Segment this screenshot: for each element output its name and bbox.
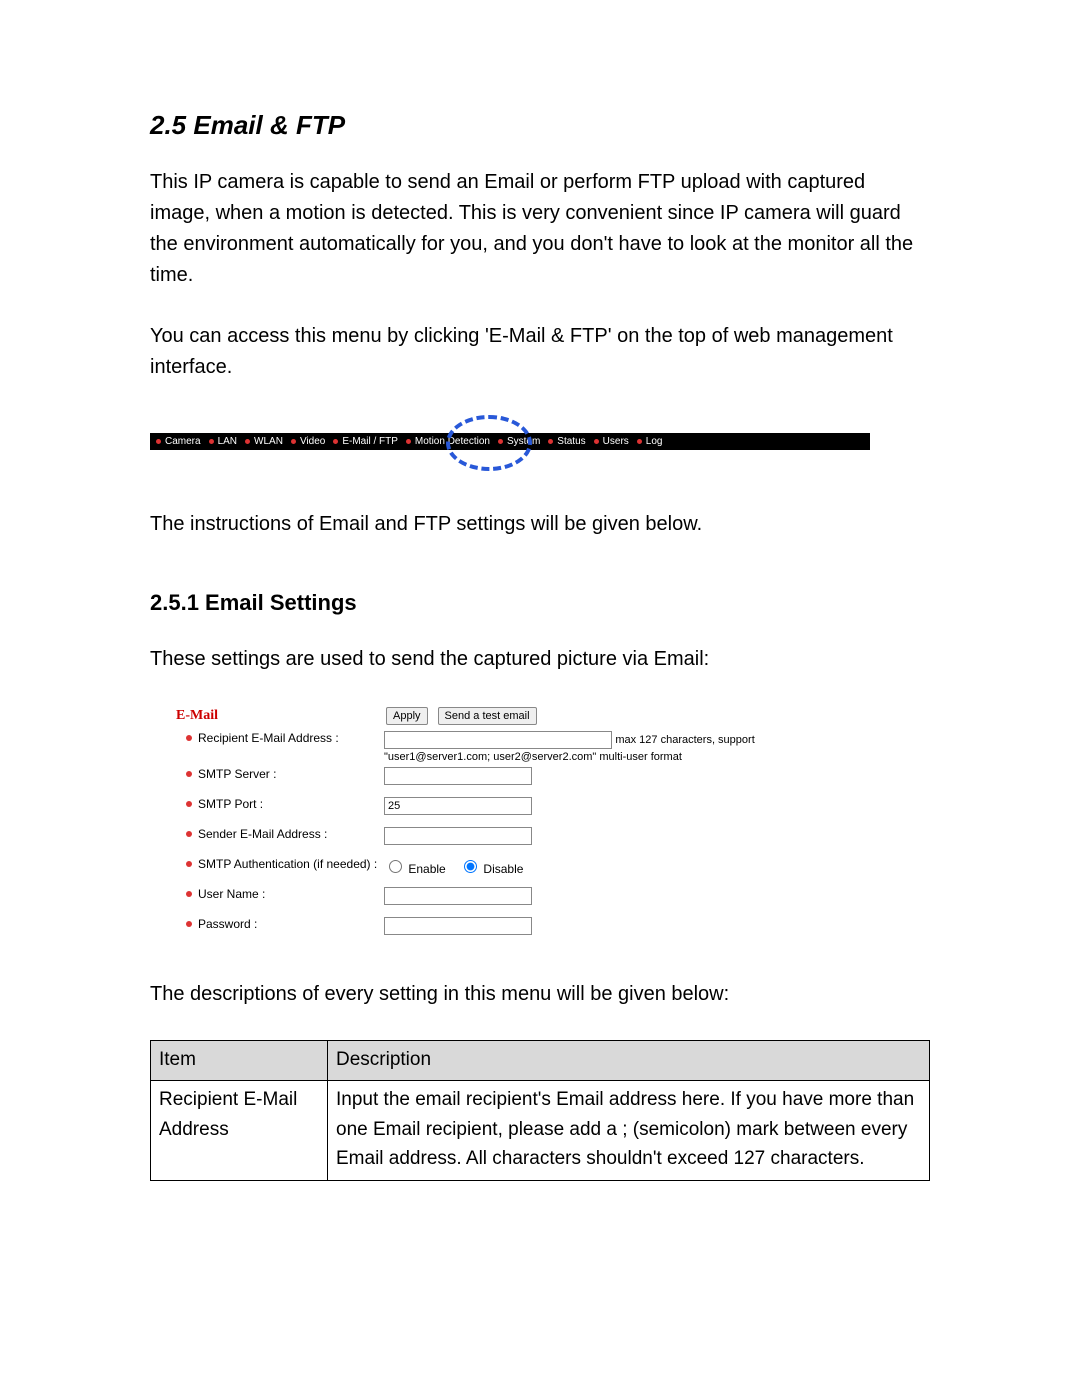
cell-description: Input the email recipient's Email addres… [328,1081,930,1180]
bullet-icon [594,439,599,444]
smtp-server-input[interactable] [384,767,532,785]
label-text: Recipient E-Mail Address : [198,731,339,745]
nav-item-log[interactable]: Log [637,436,663,447]
recipient-hint-1: max 127 characters, support [615,734,754,746]
auth-disable-option[interactable]: Disable [459,862,523,876]
sender-input[interactable] [384,827,532,845]
bullet-icon [186,801,192,807]
nav-item-camera[interactable]: Camera [156,436,201,447]
nav-label: Camera [165,436,201,447]
password-label: Password : [174,917,384,931]
nav-label: LAN [218,436,237,447]
send-test-email-button[interactable]: Send a test email [438,707,537,725]
nav-label: E-Mail / FTP [342,436,398,447]
sender-row: Sender E-Mail Address : [174,823,794,853]
description-table: Item Description Recipient E-Mail Addres… [150,1040,930,1181]
username-label: User Name : [174,887,384,901]
subsection-heading: 2.5.1 Email Settings [150,590,930,616]
nav-item-lan[interactable]: LAN [209,436,237,447]
bullet-icon [186,735,192,741]
bullet-icon [186,891,192,897]
auth-enable-option[interactable]: Enable [384,862,449,876]
subsection-intro: These settings are used to send the capt… [150,644,930,675]
email-settings-form: E-Mail Apply Send a test email Recipient… [174,705,794,943]
bullet-icon [333,439,338,444]
bullet-icon [498,439,503,444]
smtp-port-row: SMTP Port : [174,793,794,823]
nav-item-wlan[interactable]: WLAN [245,436,283,447]
bullet-icon [406,439,411,444]
bullet-icon [245,439,250,444]
intro-paragraph-1: This IP camera is capable to send an Ema… [150,167,930,291]
nav-label: Video [300,436,325,447]
auth-radio-group: Enable Disable [384,857,794,876]
recipient-field: max 127 characters, support "user1@serve… [384,731,794,763]
instructions-line: The instructions of Email and FTP settin… [150,509,930,540]
nav-item-email-ftp[interactable]: E-Mail / FTP [333,436,398,447]
label-text: Sender E-Mail Address : [198,827,327,841]
smtp-server-row: SMTP Server : [174,763,794,793]
password-row: Password : [174,913,794,943]
label-text: SMTP Authentication (if needed) : [198,857,377,871]
recipient-row: Recipient E-Mail Address : max 127 chara… [174,727,794,763]
nav-label: System [507,436,540,447]
username-row: User Name : [174,883,794,913]
bullet-icon [209,439,214,444]
username-input[interactable] [384,887,532,905]
header-item: Item [151,1041,328,1081]
auth-label: SMTP Authentication (if needed) : [174,857,384,871]
bullet-icon [186,771,192,777]
camera-navbar: Camera LAN WLAN Video E-Mail / FTP Motio… [150,433,870,450]
label-text: User Name : [198,887,265,901]
table-intro: The descriptions of every setting in thi… [150,979,930,1010]
smtp-server-label: SMTP Server : [174,767,384,781]
section-heading: 2.5 Email & FTP [150,110,930,141]
nav-item-motion-detection[interactable]: Motion Detection [406,436,490,447]
recipient-hint-2: "user1@server1.com; user2@server2.com" m… [384,751,682,763]
bullet-icon [186,921,192,927]
navbar-figure: Camera LAN WLAN Video E-Mail / FTP Motio… [150,413,870,473]
panel-title: E-Mail [174,708,386,724]
label-text: SMTP Server : [198,767,276,781]
bullet-icon [637,439,642,444]
bullet-icon [291,439,296,444]
document-page: 2.5 Email & FTP This IP camera is capabl… [0,0,1080,1397]
bullet-icon [156,439,161,444]
auth-enable-radio[interactable] [389,860,402,873]
nav-item-system[interactable]: System [498,436,540,447]
form-header-row: E-Mail Apply Send a test email [174,705,794,727]
sender-label: Sender E-Mail Address : [174,827,384,841]
table-row: Recipient E-Mail Address Input the email… [151,1081,930,1180]
nav-item-users[interactable]: Users [594,436,629,447]
nav-label: Users [603,436,629,447]
smtp-port-input[interactable] [384,797,532,815]
nav-label: Motion Detection [415,436,490,447]
recipient-label: Recipient E-Mail Address : [174,731,384,745]
nav-item-video[interactable]: Video [291,436,325,447]
bullet-icon [186,861,192,867]
recipient-input[interactable] [384,731,612,749]
radio-label-text: Disable [483,862,523,876]
auth-disable-radio[interactable] [464,860,477,873]
bullet-icon [548,439,553,444]
password-input[interactable] [384,917,532,935]
label-text: Password : [198,917,257,931]
radio-label-text: Enable [408,862,445,876]
nav-label: WLAN [254,436,283,447]
nav-label: Log [646,436,663,447]
label-text: SMTP Port : [198,797,263,811]
apply-button[interactable]: Apply [386,707,428,725]
smtp-port-label: SMTP Port : [174,797,384,811]
nav-item-status[interactable]: Status [548,436,585,447]
nav-label: Status [557,436,585,447]
table-header-row: Item Description [151,1041,930,1081]
auth-row: SMTP Authentication (if needed) : Enable… [174,853,794,883]
bullet-icon [186,831,192,837]
header-description: Description [328,1041,930,1081]
intro-paragraph-2: You can access this menu by clicking 'E-… [150,321,930,383]
cell-item: Recipient E-Mail Address [151,1081,328,1180]
